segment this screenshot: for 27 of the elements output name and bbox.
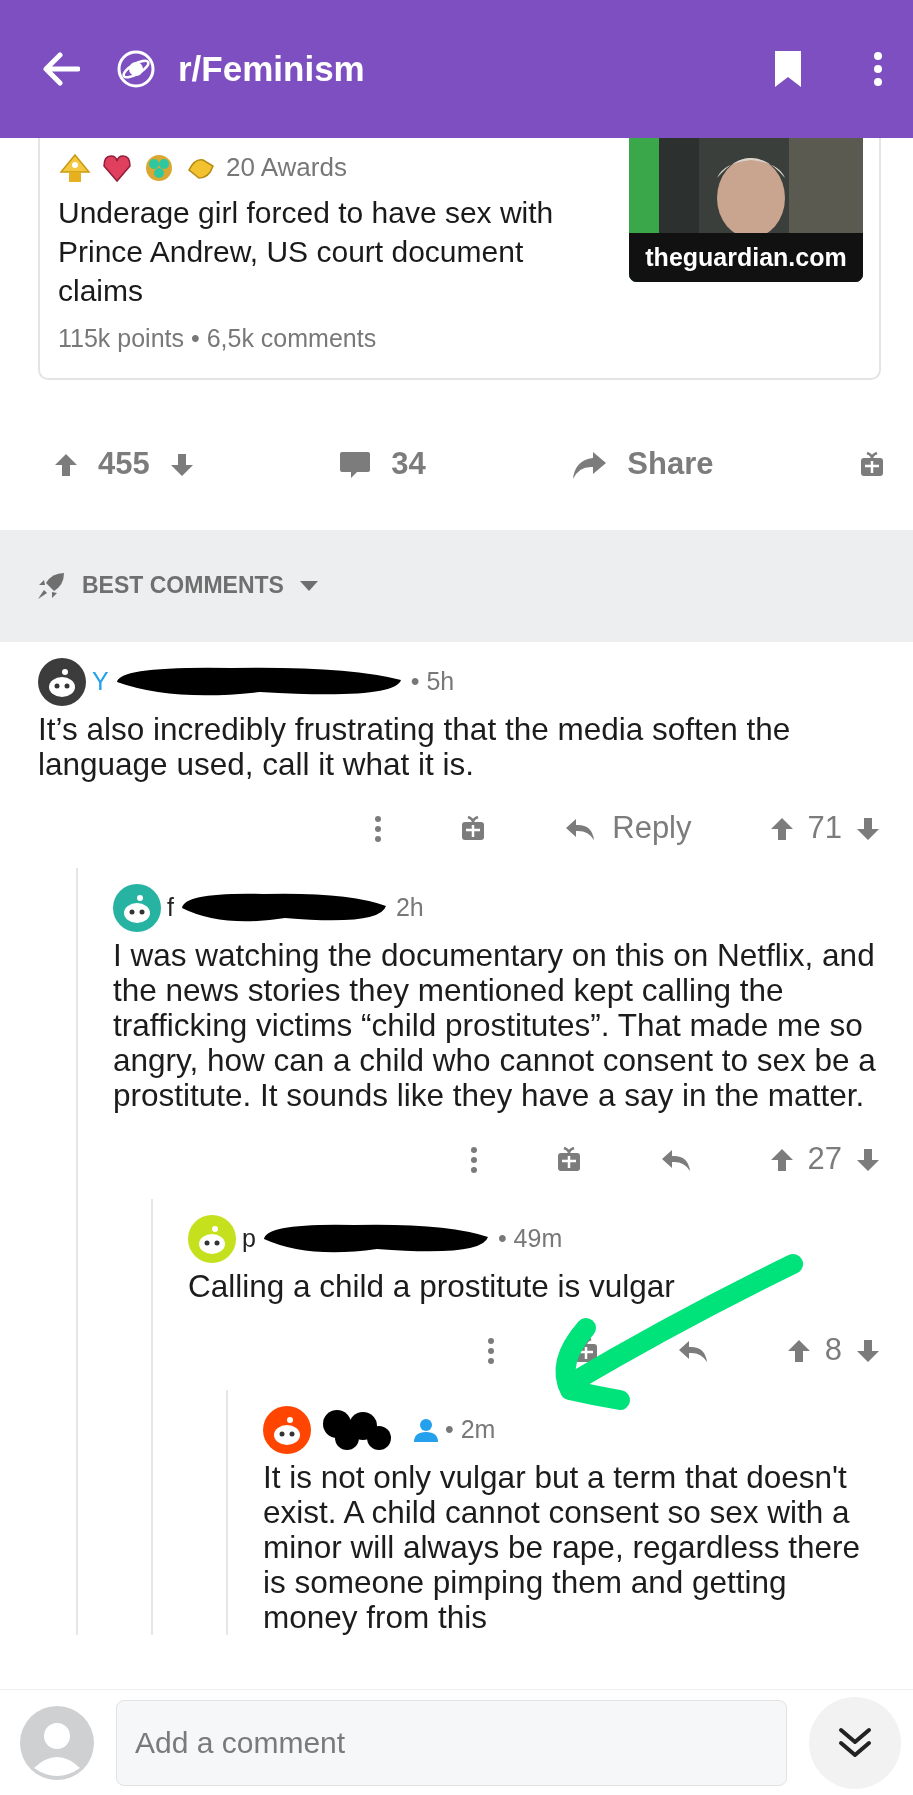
username[interactable]: f [167, 888, 174, 927]
comment-time: • 2m [445, 1413, 496, 1445]
subreddit-name[interactable]: r/Feminism [178, 42, 365, 96]
comments-button[interactable]: 34 [339, 441, 426, 488]
link-thumbnail[interactable]: theguardian.com [629, 138, 863, 282]
comment-time: • 49m [497, 1222, 563, 1254]
post-card[interactable]: 20 Awards Underage girl forced to have sex with Prince Andrew, US court document claims 115k points • 6,5k comments theguardian.com [38, 138, 881, 380]
comment-time: • 5h [410, 665, 455, 697]
sort-button[interactable]: BEST COMMENTS [36, 568, 318, 603]
post-score: 455 [98, 445, 150, 484]
comment-text: It’s also incredibly frustrating that the media soften the language used, call it what it is. [38, 711, 792, 782]
share-button[interactable]: Share [571, 441, 714, 488]
comment-score: 8 [824, 1331, 842, 1370]
username[interactable]: p [242, 1219, 256, 1258]
comment-time: 2h [395, 891, 424, 923]
comment-input[interactable]: Add a comment [116, 1699, 787, 1786]
comment-score: 71 [807, 809, 842, 848]
comment-score: 27 [807, 1140, 842, 1179]
username[interactable]: Y [92, 662, 109, 701]
comment-text: It is not only vulgar but a term that doesn't exist. A child cannot consent so sex with a minor will always be rape, regardless there is someone pimping them and getting money from this [263, 1459, 861, 1635]
link-domain: theguardian.com [629, 232, 863, 282]
post-meta: 115k points • 6,5k comments [58, 323, 378, 354]
post-title[interactable]: Underage girl forced to have sex with Prince Andrew, US court document claims [58, 193, 605, 310]
awards-count: 20 Awards [226, 151, 347, 184]
comment-text: Calling a child a prostitute is vulgar [188, 1268, 676, 1304]
reply-button[interactable]: Reply [564, 805, 692, 852]
comment-text: I was watching the documentary on this on Netflix, and the news stories they mentioned kept calling the trafficking victims “child prostitutes”. That made me so angry, how can a child who cannot consent to sex be a prostitute. It sounds like they have a say in the matter. [113, 937, 877, 1113]
